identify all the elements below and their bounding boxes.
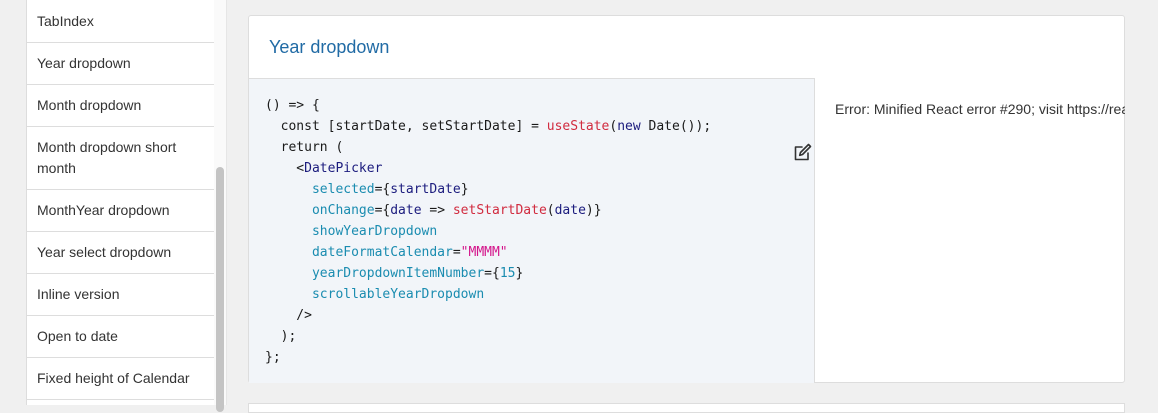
code-attribute: yearDropdownItemNumber: [265, 266, 485, 281]
code-text: const [startDate, setStartDate] =: [265, 119, 547, 134]
sidebar-item-label: MonthYear dropdown: [37, 202, 170, 218]
code-attribute: scrollableYearDropdown: [265, 287, 485, 302]
code-text: )}: [585, 203, 602, 218]
code-attribute: showYearDropdown: [265, 224, 438, 239]
sidebar-item-label: Month dropdown: [37, 97, 142, 113]
code-text: Date());: [640, 119, 712, 134]
sidebar-item-label: Month dropdown short month: [37, 139, 177, 176]
code-text: (: [546, 203, 555, 218]
sidebar-item-label: Year select dropdown: [37, 244, 172, 260]
code-keyword: new: [617, 119, 641, 134]
sidebar-item-year-select-dropdown[interactable]: Year select dropdown: [27, 232, 214, 274]
sidebar-item-tabindex[interactable]: TabIndex: [27, 0, 214, 43]
sidebar-nav: TabIndex Year dropdown Month dropdown Mo…: [26, 0, 215, 405]
code-line: () => {: [265, 98, 320, 113]
code-text: =>: [421, 203, 453, 218]
sidebar-item-open-to-date[interactable]: Open to date: [27, 316, 214, 358]
example-title: Year dropdown: [269, 37, 390, 57]
sidebar-list: TabIndex Year dropdown Month dropdown Mo…: [27, 0, 214, 400]
code-text: ={: [484, 266, 500, 281]
code-attribute: dateFormatCalendar: [265, 245, 453, 260]
code-variable: date: [554, 203, 586, 218]
example-card: Year dropdown () => { const [startDate, …: [248, 15, 1125, 383]
code-variable: date: [390, 203, 422, 218]
code-tag: DatePicker: [304, 161, 383, 176]
sidebar-item-label: TabIndex: [37, 12, 94, 29]
code-line: };: [265, 350, 281, 365]
code-attribute: selected: [265, 182, 375, 197]
code-text: ={: [374, 182, 391, 197]
sidebar-item-year-dropdown[interactable]: Year dropdown: [27, 43, 214, 85]
sidebar-item-fixed-height[interactable]: Fixed height of Calendar: [27, 358, 214, 400]
code-string: "MMMM": [460, 245, 508, 260]
code-text: =: [452, 245, 461, 260]
code-line: return (: [265, 140, 344, 155]
code-number: 15: [499, 266, 516, 281]
error-message: Error: Minified React error #290; visit …: [835, 101, 1125, 117]
sidebar-item-label: Open to date: [37, 328, 118, 344]
sidebar-item-monthyear-dropdown[interactable]: MonthYear dropdown: [27, 190, 214, 232]
sidebar-item-inline-version[interactable]: Inline version: [27, 274, 214, 316]
code-function: setStartDate: [452, 203, 547, 218]
code-attribute: onChange: [265, 203, 375, 218]
code-text: }: [515, 266, 524, 281]
sidebar-item-month-dropdown[interactable]: Month dropdown: [27, 85, 214, 127]
code-block[interactable]: () => { const [startDate, setStartDate] …: [265, 95, 711, 368]
sidebar-item-label: Year dropdown: [37, 55, 131, 71]
code-line: );: [265, 329, 297, 344]
edit-icon[interactable]: [792, 141, 814, 163]
code-text: }: [460, 182, 469, 197]
code-variable: startDate: [390, 182, 461, 197]
code-line: />: [265, 308, 312, 323]
code-text: ={: [374, 203, 391, 218]
sidebar-item-label: Inline version: [37, 286, 120, 302]
sidebar-item-label: Fixed height of Calendar: [37, 370, 190, 386]
code-text: <: [265, 161, 305, 176]
code-editor[interactable]: () => { const [startDate, setStartDate] …: [249, 78, 815, 383]
sidebar-item-month-dropdown-short-month[interactable]: Month dropdown short month: [27, 127, 214, 190]
sidebar-scrollbar-thumb[interactable]: [216, 167, 224, 412]
code-function: useState: [546, 119, 610, 134]
